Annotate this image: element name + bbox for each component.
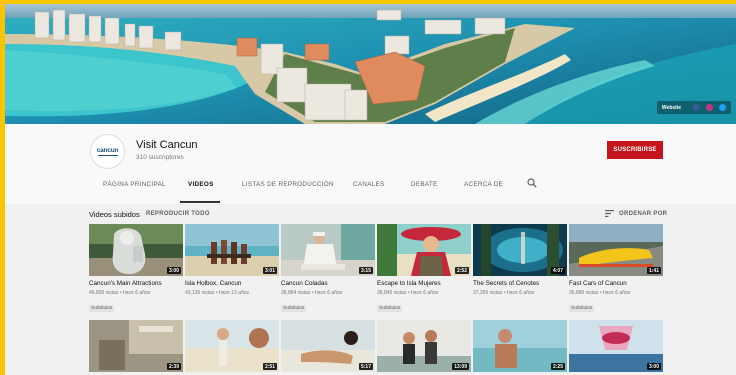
website-link[interactable]: Website [662, 105, 681, 111]
video-title[interactable]: Fast Cars of Cancun [569, 280, 663, 287]
video-duration: 13:09 [452, 363, 469, 370]
video-thumbnail[interactable]: 13:09 [377, 320, 471, 372]
video-card[interactable]: 4:07 The Secrets of Cenotes 37,265 vista… [473, 224, 567, 296]
video-card[interactable]: 5:17 [281, 320, 375, 372]
video-duration: 2:39 [166, 363, 181, 370]
video-duration: 3:00 [166, 267, 181, 274]
video-card[interactable]: 1:41 Fast Cars of Cancun 36,886 vistas •… [569, 224, 663, 314]
video-duration: 3:00 [646, 363, 661, 370]
tab-home[interactable]: PÁGINA PRINCIPAL [103, 181, 166, 188]
video-card[interactable]: 3:15 Cancun Coladas 38,864 vistas • hace… [281, 224, 375, 314]
video-thumbnail[interactable]: 3:00 [569, 320, 663, 372]
subtitles-badge: Subtítulos [89, 305, 115, 312]
section-title: Videos subidos [89, 210, 140, 219]
video-title[interactable]: Isla Holbox, Cancun [185, 280, 279, 287]
tab-discussion[interactable]: DEBATE [411, 181, 438, 188]
instagram-icon[interactable] [706, 104, 713, 111]
channel-avatar[interactable]: cancun [90, 134, 125, 169]
tab-channels[interactable]: CANALES [353, 181, 385, 188]
video-thumbnail[interactable]: 3:15 [281, 224, 375, 276]
search-icon[interactable] [527, 178, 537, 188]
video-card[interactable]: 2:25 [473, 320, 567, 372]
subscribe-button[interactable]: SUSCRIBIRSE [607, 141, 663, 159]
active-tab-indicator [180, 201, 220, 203]
play-all-button[interactable]: REPRODUCIR TODO [146, 211, 210, 217]
video-duration: 2:25 [550, 363, 565, 370]
tab-videos[interactable]: VIDEOS [188, 181, 214, 188]
video-card[interactable]: 2:51 [185, 320, 279, 372]
video-duration: 5:17 [358, 363, 373, 370]
video-title[interactable]: Escape to Isla Mujeres [377, 280, 471, 287]
video-duration: 4:07 [550, 267, 565, 274]
sort-label: ORDENAR POR [619, 210, 668, 217]
video-duration: 2:52 [454, 267, 469, 274]
channel-tabs: PÁGINA PRINCIPAL VIDEOS LISTAS DE REPROD… [5, 170, 736, 204]
video-thumbnail[interactable]: 5:17 [281, 320, 375, 372]
sort-icon [605, 210, 614, 217]
video-duration: 1:41 [646, 267, 661, 274]
video-card[interactable]: 3:01 Isla Holbox, Cancun 43,126 vistas •… [185, 224, 279, 296]
video-thumbnail[interactable]: 2:51 [185, 320, 279, 372]
logo-underline [97, 154, 118, 157]
video-thumbnail[interactable]: 1:41 [569, 224, 663, 276]
video-duration: 3:01 [262, 267, 277, 274]
video-meta: 37,265 vistas • hace 6 años [473, 290, 535, 296]
video-thumbnail[interactable]: 4:07 [473, 224, 567, 276]
videos-section: Videos subidos REPRODUCIR TODO ORDENAR P… [5, 204, 736, 375]
video-card[interactable]: 3:00 Cancun's Main Attractions 46,836 vi… [89, 224, 183, 314]
subscriber-count: 310 suscriptores [136, 154, 184, 161]
tab-about[interactable]: ACERCA DE [464, 181, 503, 188]
subtitles-badge: Subtítulos [569, 305, 595, 312]
video-card[interactable]: 2:39 [89, 320, 183, 372]
video-meta: 46,836 vistas • hace 6 años [89, 290, 151, 296]
subtitles-badge: Subtítulos [377, 305, 403, 312]
channel-logo-text: cancun [96, 146, 119, 154]
video-card[interactable]: 13:09 [377, 320, 471, 372]
subtitles-badge: Subtítulos [281, 305, 307, 312]
video-duration: 2:51 [262, 363, 277, 370]
video-thumbnail[interactable]: 2:39 [89, 320, 183, 372]
twitter-icon[interactable] [719, 104, 726, 111]
video-title[interactable]: Cancun Coladas [281, 280, 375, 287]
video-card[interactable]: 3:00 [569, 320, 663, 372]
video-meta: 43,126 vistas • hace 13 años [185, 290, 250, 296]
channel-banner: Website [5, 4, 736, 124]
sort-button[interactable]: ORDENAR POR [605, 210, 667, 217]
video-thumbnail[interactable]: 3:01 [185, 224, 279, 276]
channel-name: Visit Cancun [136, 139, 198, 151]
video-title[interactable]: The Secrets of Cenotes [473, 280, 567, 287]
video-thumbnail[interactable]: 2:52 [377, 224, 471, 276]
banner-links: Website [656, 101, 731, 114]
video-meta: 38,864 vistas • hace 6 años [281, 290, 343, 296]
facebook-icon[interactable] [693, 104, 700, 111]
video-duration: 3:15 [358, 267, 373, 274]
video-title[interactable]: Cancun's Main Attractions [89, 280, 183, 287]
video-meta: 38,845 vistas • hace 6 años [377, 290, 439, 296]
video-card[interactable]: 2:52 Escape to Isla Mujeres 38,845 vista… [377, 224, 471, 314]
video-thumbnail[interactable]: 3:00 [89, 224, 183, 276]
channel-page: Website cancun Visit Cancun 310 suscript… [5, 4, 736, 375]
video-thumbnail[interactable]: 2:25 [473, 320, 567, 372]
channel-header: cancun Visit Cancun 310 suscriptores SUS… [5, 124, 736, 204]
video-meta: 36,886 vistas • hace 6 años [569, 290, 631, 296]
tab-playlists[interactable]: LISTAS DE REPRODUCCIÓN [242, 181, 334, 188]
